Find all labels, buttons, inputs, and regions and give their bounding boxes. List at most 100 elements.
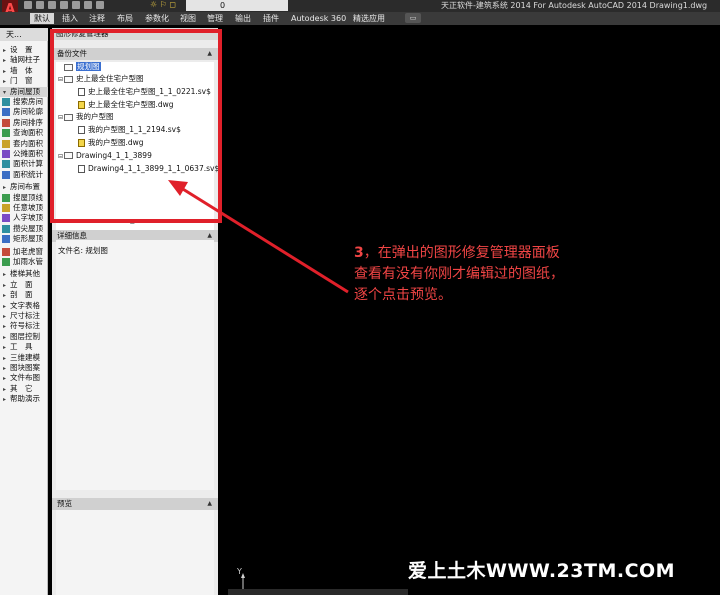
palette-item-label: 工 具 — [10, 342, 33, 352]
preview-pane — [56, 510, 214, 595]
undo-icon[interactable] — [84, 1, 92, 9]
drawing-canvas[interactable] — [222, 28, 720, 595]
palette-item[interactable]: ▸ 墙 体 — [0, 66, 48, 76]
palette-item-label: 房间排序 — [13, 117, 43, 127]
details-label: 详细信息 — [57, 231, 87, 240]
collapsed-arrow-icon: ▸ — [3, 333, 7, 341]
collapsed-arrow-icon: ▸ — [3, 78, 7, 86]
tool-icon — [2, 258, 10, 266]
palette-item[interactable]: ▸ 图层控制 — [0, 332, 48, 342]
new-icon[interactable] — [24, 1, 32, 9]
tool-icon — [2, 235, 10, 244]
palette-item-label: 立 面 — [10, 279, 33, 289]
palette-item[interactable]: ▸ 轴网柱子 — [0, 55, 48, 65]
palette-item[interactable]: 套内面积 — [0, 139, 48, 149]
palette-item[interactable]: ▸ 剖 面 — [0, 290, 48, 300]
palette-item-label: 面积统计 — [13, 169, 43, 179]
palette-item[interactable]: 加雨水管 — [0, 257, 48, 267]
collapse-arrow-icon[interactable]: ▲ — [207, 498, 212, 510]
palette-item[interactable]: 攒尖屋顶 — [0, 224, 48, 234]
palette-item[interactable]: 面积统计 — [0, 170, 48, 180]
collapsed-arrow-icon: ▸ — [3, 271, 7, 279]
collapsed-arrow-icon: ▸ — [3, 385, 7, 393]
palette-item[interactable]: 搜屋顶线 — [0, 193, 48, 203]
tab-autodesk-360[interactable]: Autodesk 360 — [291, 13, 346, 24]
tool-icon — [2, 214, 10, 223]
preview-header[interactable]: 预览 ▲ — [52, 498, 218, 510]
tool-icon — [2, 204, 10, 212]
palette-item-label: 房间轮廓 — [13, 107, 43, 117]
palette-item-label: 尺寸标注 — [10, 311, 40, 320]
tab-annotate[interactable]: 注释 — [89, 13, 105, 24]
tab-manage[interactable]: 管理 — [207, 13, 223, 24]
palette-item[interactable]: 查询面积 — [0, 128, 48, 138]
palette-item[interactable]: ▸ 其 它 — [0, 384, 48, 394]
palette-item[interactable]: ▸ 符号标注 — [0, 321, 48, 331]
palette-item-label: 套内面积 — [13, 138, 43, 148]
palette-item[interactable]: ▾ 房间屋顶 — [0, 86, 48, 97]
palette-item[interactable]: ▸ 文字表格 — [0, 301, 48, 311]
palette-item-label: 矩形屋顶 — [13, 234, 43, 244]
redo-icon[interactable] — [96, 1, 104, 9]
tab-default[interactable]: 默认 — [30, 13, 54, 24]
layer-dropdown[interactable]: 0 — [186, 0, 288, 11]
palette-item[interactable]: 搜索房间 — [0, 97, 48, 107]
open-icon[interactable] — [36, 1, 44, 9]
collapsed-arrow-icon: ▸ — [3, 281, 7, 289]
collapsed-arrow-icon: ▸ — [3, 323, 7, 331]
save-as-icon[interactable] — [60, 1, 68, 9]
tab-featured-apps[interactable]: 精选应用 — [353, 13, 385, 24]
palette-item[interactable]: ▸ 立 面 — [0, 280, 48, 290]
collapsed-arrow-icon: ▸ — [3, 396, 7, 404]
palette-item[interactable]: 房间排序 — [0, 118, 48, 128]
palette-item[interactable]: ▸ 门 窗 — [0, 76, 48, 86]
layer-state-icons[interactable]: ☼ ⚐ ◻ — [150, 0, 176, 9]
palette-item[interactable]: ▸ 三维建模 — [0, 353, 48, 363]
palette-item-label: 搜屋顶线 — [13, 192, 43, 202]
palette-item-label: 查询面积 — [13, 128, 43, 138]
palette-item-label: 公摊面积 — [13, 149, 43, 158]
collapsed-arrow-icon: ▸ — [3, 313, 7, 320]
palette-item[interactable]: 任意坡顶 — [0, 203, 48, 213]
tab-parametric[interactable]: 参数化 — [145, 13, 169, 24]
palette-item[interactable]: ▸ 设 置 — [0, 45, 48, 55]
palette-item-label: 人字坡顶 — [13, 213, 43, 223]
palette-item[interactable]: ▸ 工 具 — [0, 342, 48, 352]
tab-insert[interactable]: 插入 — [62, 13, 78, 24]
palette-item-label: 其 它 — [10, 383, 33, 393]
step-number: 3 — [354, 245, 364, 261]
palette-item[interactable]: 矩形屋顶 — [0, 234, 48, 244]
palette-item[interactable]: 房间轮廓 — [0, 107, 48, 117]
palette-item[interactable]: ▸ 帮助演示 — [0, 394, 48, 404]
tool-icon — [2, 193, 10, 202]
palette-item[interactable]: ▸ 房间布置 — [0, 182, 48, 192]
tool-icon — [2, 170, 10, 179]
palette-item[interactable]: 加老虎窗 — [0, 247, 48, 257]
save-icon[interactable] — [48, 1, 56, 9]
tarch-tool-palette: 天... ▸ 设 置 ▸ 轴网柱子 ▸ 墙 体 ▸ 门 窗 ▾ 房间屋顶 搜索房间 房间轮廓 房间排序查… — [0, 28, 48, 595]
print-icon[interactable] — [72, 1, 80, 9]
title-bar: A ☼ ⚐ ◻ 0 天正软件-建筑系统 2014 For Autodesk Au… — [0, 0, 720, 22]
ribbon-minimize-icon[interactable]: ▭ — [405, 13, 421, 23]
tab-output[interactable]: 输出 — [235, 13, 251, 24]
collapsed-arrow-icon: ▸ — [3, 57, 7, 65]
tool-icon — [2, 98, 10, 106]
tab-view[interactable]: 视图 — [180, 13, 196, 24]
palette-item-label: 剖 面 — [10, 290, 33, 300]
palette-item[interactable]: 人字坡顶 — [0, 213, 48, 223]
tool-icon — [2, 224, 10, 233]
ucs-y-label: Y — [237, 567, 242, 576]
palette-item-label: 帮助演示 — [10, 394, 40, 404]
tab-plugins[interactable]: 插件 — [263, 13, 279, 24]
palette-item[interactable]: 公摊面积 — [0, 149, 48, 159]
palette-item[interactable]: ▸ 尺寸标注 — [0, 311, 48, 321]
palette-item-label: 面积计算 — [13, 159, 43, 169]
command-line[interactable] — [228, 589, 408, 595]
palette-item[interactable]: 面积计算 — [0, 159, 48, 169]
palette-item[interactable]: ▸ 图块图案 — [0, 363, 48, 373]
palette-header[interactable]: 天... — [0, 28, 48, 41]
tab-layout[interactable]: 布局 — [117, 13, 133, 24]
palette-item[interactable]: ▸ 文件布图 — [0, 373, 48, 383]
collapsed-arrow-icon: ▸ — [3, 365, 7, 372]
palette-item[interactable]: ▸ 楼梯其他 — [0, 269, 48, 279]
